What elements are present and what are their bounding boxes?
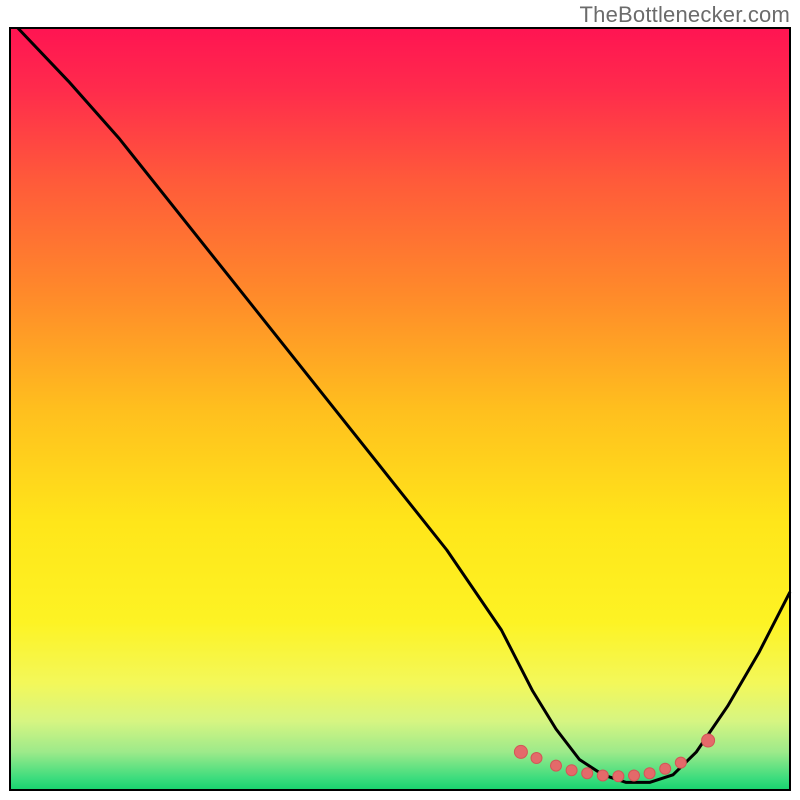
highlight-dot bbox=[629, 770, 640, 781]
highlight-dot bbox=[566, 765, 577, 776]
highlight-dot bbox=[531, 753, 542, 764]
chart-stage: TheBottlenecker.com bbox=[0, 0, 800, 800]
plot-background bbox=[10, 28, 790, 790]
highlight-dot bbox=[582, 768, 593, 779]
highlight-dot bbox=[613, 771, 624, 782]
highlight-dot bbox=[597, 770, 608, 781]
highlight-dot bbox=[702, 734, 715, 747]
bottleneck-chart bbox=[0, 0, 800, 800]
highlight-dot bbox=[514, 745, 527, 758]
highlight-dot bbox=[660, 763, 671, 774]
watermark-text: TheBottlenecker.com bbox=[580, 2, 790, 28]
highlight-dot bbox=[675, 757, 686, 768]
highlight-dot bbox=[644, 768, 655, 779]
highlight-dot bbox=[551, 760, 562, 771]
